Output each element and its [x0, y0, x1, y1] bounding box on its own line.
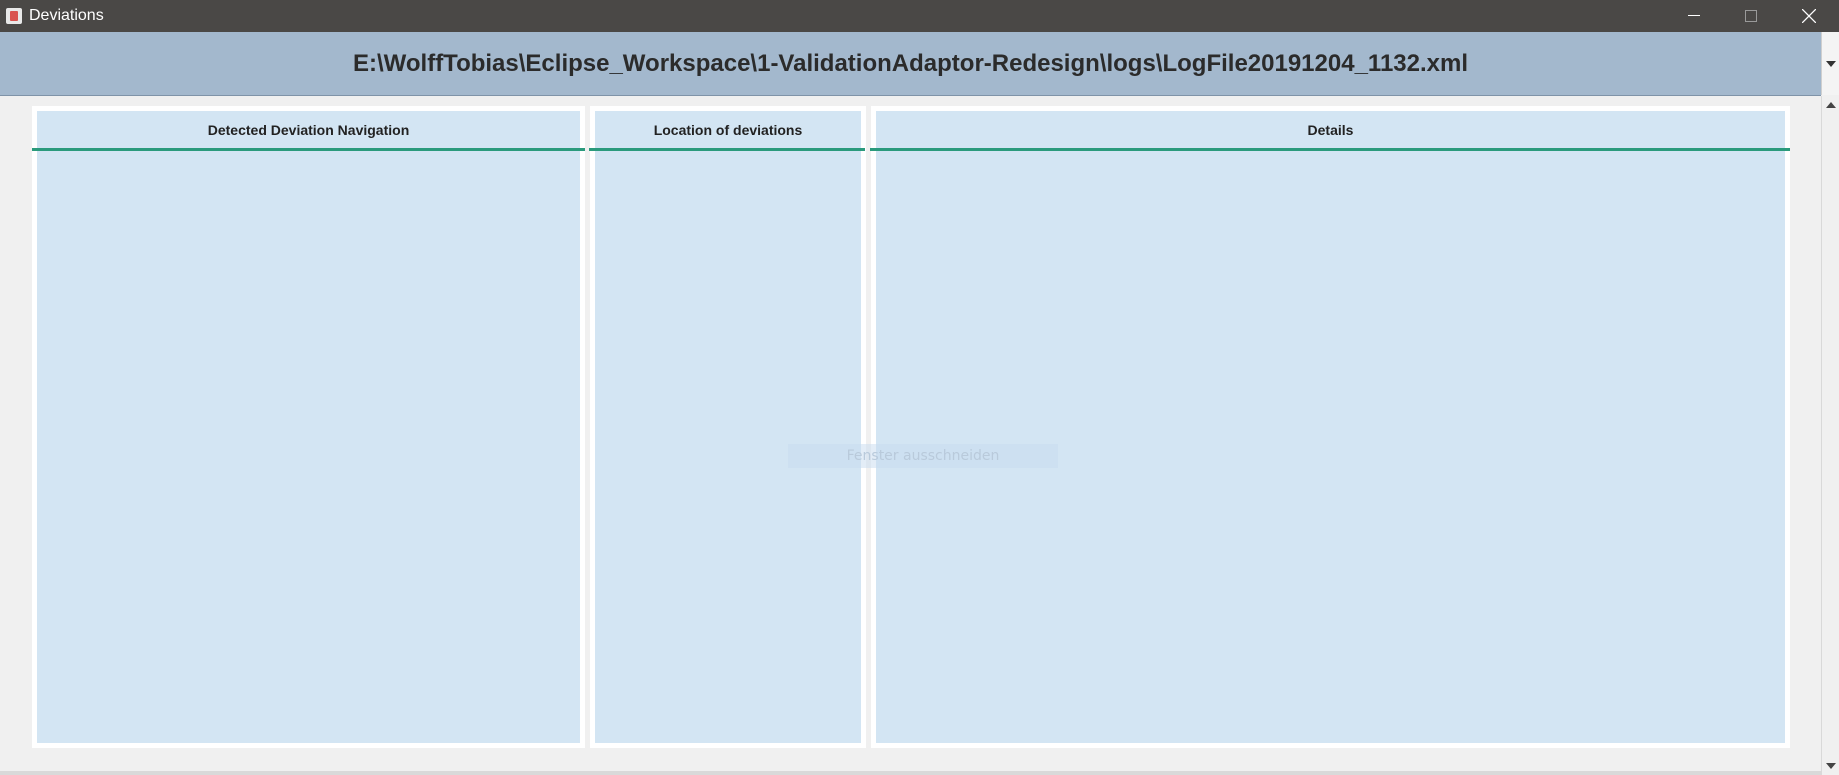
scroll-down-icon[interactable]: [1826, 763, 1836, 769]
deviation-navigation-panel: Detected Deviation Navigation: [32, 106, 585, 748]
panel-title: Location of deviations: [653, 122, 803, 138]
close-button[interactable]: [1780, 0, 1838, 32]
snip-window-overlay: Fenster ausschneiden: [788, 444, 1058, 468]
minimize-button[interactable]: [1664, 0, 1722, 32]
deviation-location-panel: Location of deviations: [590, 106, 866, 748]
details-area[interactable]: Details: [876, 111, 1785, 743]
window-bottom-border: [0, 771, 1821, 775]
scroll-up-icon[interactable]: [1826, 102, 1836, 108]
header-underline: [870, 148, 1790, 151]
header-underline: [589, 148, 865, 151]
window-title: Deviations: [29, 7, 104, 24]
deviation-location-area[interactable]: Location of deviations: [595, 111, 861, 743]
maximize-button[interactable]: [1722, 0, 1780, 32]
vertical-scrollbar[interactable]: [1821, 96, 1839, 775]
java-app-icon: [6, 8, 22, 24]
file-path-header: E:\WolffTobias\Eclipse_Workspace\1-Valid…: [0, 32, 1821, 96]
panel-title: Detected Deviation Navigation: [207, 122, 410, 138]
path-dropdown-button[interactable]: [1821, 32, 1839, 95]
title-bar: Deviations: [0, 0, 1839, 32]
main-content: Detected Deviation Navigation Location o…: [0, 96, 1821, 775]
details-panel: Details: [871, 106, 1790, 748]
panel-title: Details: [1307, 122, 1354, 138]
close-icon: [1802, 9, 1816, 23]
file-path-label: E:\WolffTobias\Eclipse_Workspace\1-Valid…: [352, 50, 1469, 77]
header-underline: [32, 148, 585, 151]
deviation-navigation-area[interactable]: Detected Deviation Navigation: [37, 111, 580, 743]
